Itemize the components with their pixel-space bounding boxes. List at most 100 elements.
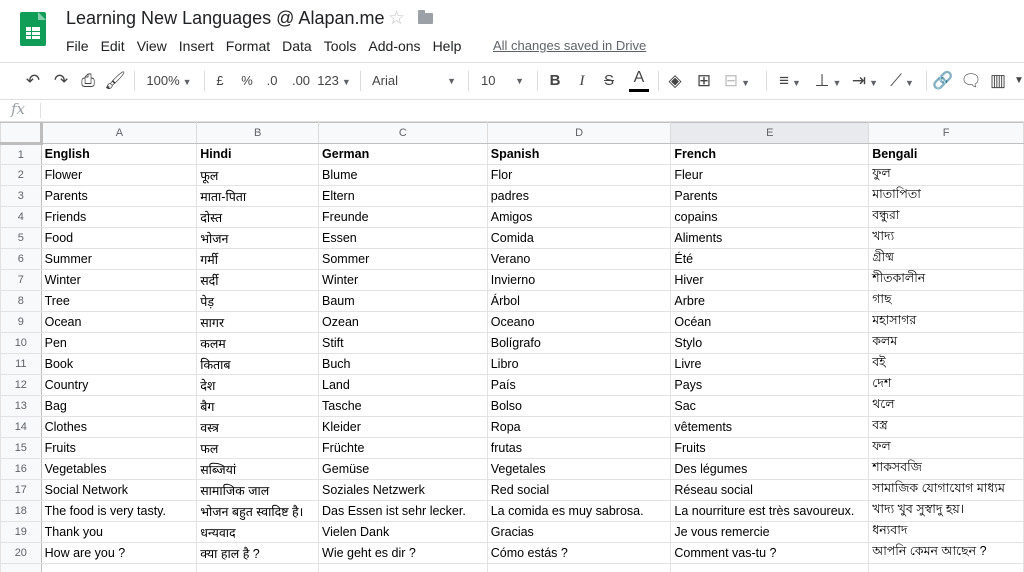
cell[interactable]: copains xyxy=(670,206,870,228)
cell[interactable]: सब्जियां xyxy=(196,458,320,480)
cell[interactable]: पेड़ xyxy=(196,290,320,312)
row-header[interactable]: 7 xyxy=(0,269,42,291)
folder-icon[interactable] xyxy=(418,10,433,24)
align-horizontal-icon[interactable]: ≡ ▼ xyxy=(774,63,806,99)
cell[interactable]: Vielen Dank xyxy=(318,521,488,543)
text-rotation-icon[interactable]: ⟋ ▼ xyxy=(885,63,919,99)
cell[interactable]: Red social xyxy=(486,479,672,501)
cell[interactable]: Social Network xyxy=(40,479,198,501)
cell[interactable]: Je vous remercie xyxy=(670,521,870,543)
save-status-link[interactable]: All changes saved in Drive xyxy=(493,38,646,53)
comment-icon[interactable]: 🗨 xyxy=(960,63,982,99)
cell[interactable]: Sac xyxy=(670,395,870,417)
cell[interactable]: খাদ্য xyxy=(868,227,1024,249)
cell[interactable]: Des légumes xyxy=(670,458,870,480)
cell[interactable]: Früchte xyxy=(318,437,488,459)
bold-button[interactable]: B xyxy=(546,63,564,99)
cell[interactable]: Land xyxy=(318,374,488,396)
cell[interactable]: Comment vas-tu ? xyxy=(670,542,870,564)
cell[interactable]: Comida xyxy=(486,227,672,249)
cell[interactable]: Eltern xyxy=(318,185,488,207)
cell[interactable]: বই xyxy=(868,353,1024,375)
cell[interactable]: La nourriture est très savoureux. xyxy=(670,500,870,522)
row-header[interactable]: 4 xyxy=(0,206,42,228)
cell[interactable]: Parents xyxy=(670,185,870,207)
cell[interactable]: Hiver xyxy=(670,269,870,291)
cell[interactable]: Blume xyxy=(318,164,488,186)
cell[interactable]: Book xyxy=(40,353,198,375)
cell[interactable]: খাদ্য খুব সুস্বাদু হয়। xyxy=(868,500,1024,522)
font-size-select[interactable]: 10 ▼ xyxy=(476,63,528,99)
cell[interactable]: फूल xyxy=(196,164,320,186)
cell[interactable]: ফল xyxy=(868,437,1024,459)
star-icon[interactable]: ☆ xyxy=(388,7,405,30)
zoom-select[interactable]: 100% ▼ xyxy=(143,63,195,99)
borders-icon[interactable]: ⊞ xyxy=(694,63,714,99)
cell[interactable]: দেশ xyxy=(868,374,1024,396)
cell[interactable]: Summer xyxy=(40,248,198,270)
menu-file[interactable]: File xyxy=(60,36,95,56)
row-header[interactable]: 9 xyxy=(0,311,42,333)
row-header[interactable]: 2 xyxy=(0,164,42,186)
cell[interactable]: देश xyxy=(196,374,320,396)
cell[interactable]: सर्दी xyxy=(196,269,320,291)
cell[interactable]: Pen xyxy=(40,332,198,354)
cell[interactable]: Ocean xyxy=(40,311,198,333)
row-header[interactable]: 20 xyxy=(0,542,42,564)
cell[interactable]: Friends xyxy=(40,206,198,228)
cell[interactable]: How are you ? xyxy=(40,542,198,564)
cell[interactable]: padres xyxy=(486,185,672,207)
cell[interactable]: Food xyxy=(40,227,198,249)
cell[interactable]: Sommer xyxy=(318,248,488,270)
row-header[interactable]: 12 xyxy=(0,374,42,396)
cell[interactable]: English xyxy=(40,143,198,165)
formula-input[interactable] xyxy=(46,101,946,118)
row-header[interactable]: 5 xyxy=(0,227,42,249)
cell[interactable]: Buch xyxy=(318,353,488,375)
menu-add-ons[interactable]: Add-ons xyxy=(362,36,426,56)
decrease-decimals-button[interactable]: .0 xyxy=(263,63,281,99)
more-formats-button[interactable]: 123 ▼ xyxy=(317,63,351,99)
cell[interactable]: Das Essen ist sehr lecker. xyxy=(318,500,488,522)
cell[interactable]: Stylo xyxy=(670,332,870,354)
cell[interactable]: Wie geht es dir ? xyxy=(318,542,488,564)
menu-tools[interactable]: Tools xyxy=(318,36,363,56)
cell[interactable]: Spanish xyxy=(486,143,672,165)
cell[interactable]: La comida es muy sabrosa. xyxy=(486,500,672,522)
cell[interactable]: গাছ xyxy=(868,290,1024,312)
cell[interactable]: Ropa xyxy=(486,416,672,438)
cell[interactable]: গ্রীষ্ম xyxy=(868,248,1024,270)
column-header-d[interactable]: D xyxy=(486,122,672,144)
cell[interactable]: किताब xyxy=(196,353,320,375)
cell[interactable]: Ozean xyxy=(318,311,488,333)
row-header[interactable] xyxy=(0,563,42,572)
cell[interactable]: Bolso xyxy=(486,395,672,417)
column-header-c[interactable]: C xyxy=(318,122,488,144)
row-header[interactable]: 11 xyxy=(0,353,42,375)
cell[interactable]: बैग xyxy=(196,395,320,417)
cell[interactable]: Oceano xyxy=(486,311,672,333)
cell[interactable]: German xyxy=(318,143,488,165)
cell[interactable] xyxy=(868,563,1024,572)
cell[interactable]: থলে xyxy=(868,395,1024,417)
cell[interactable] xyxy=(196,563,320,572)
row-header[interactable]: 10 xyxy=(0,332,42,354)
menu-help[interactable]: Help xyxy=(427,36,468,56)
cell[interactable]: Amigos xyxy=(486,206,672,228)
cell[interactable]: আপনি কেমন আছেন ? xyxy=(868,542,1024,564)
cell[interactable]: Verano xyxy=(486,248,672,270)
cell[interactable]: Stift xyxy=(318,332,488,354)
link-icon[interactable]: 🔗 xyxy=(932,63,954,99)
cell[interactable] xyxy=(40,563,198,572)
cell[interactable]: सागर xyxy=(196,311,320,333)
cell[interactable]: गर्मी xyxy=(196,248,320,270)
cell[interactable]: মহাসাগর xyxy=(868,311,1024,333)
cell[interactable]: বস্ত্র xyxy=(868,416,1024,438)
cell[interactable]: Flower xyxy=(40,164,198,186)
cell[interactable]: Pays xyxy=(670,374,870,396)
cell[interactable] xyxy=(670,563,870,572)
row-header[interactable]: 6 xyxy=(0,248,42,270)
row-header[interactable]: 14 xyxy=(0,416,42,438)
cell[interactable]: vêtements xyxy=(670,416,870,438)
cell[interactable]: Gracias xyxy=(486,521,672,543)
